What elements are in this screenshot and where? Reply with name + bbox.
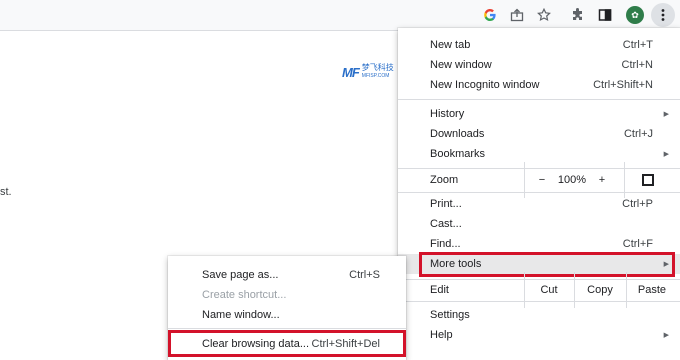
menu-item-settings[interactable]: Settings bbox=[398, 305, 680, 325]
menu-separator bbox=[398, 301, 680, 302]
menu-item-history[interactable]: History ▶ bbox=[398, 104, 680, 124]
menu-item-edit: Edit Cut Copy Paste bbox=[398, 272, 680, 308]
profile-avatar-icon: ✿ bbox=[626, 6, 644, 24]
zoom-in-button[interactable]: + bbox=[594, 170, 610, 190]
menu-item-label: More tools bbox=[430, 258, 482, 270]
menu-item-label: History bbox=[430, 108, 465, 120]
menu-item-label: Save page as... bbox=[202, 269, 279, 281]
copy-button[interactable]: Copy bbox=[575, 280, 625, 300]
chrome-main-menu: New tab Ctrl+T New window Ctrl+N New Inc… bbox=[398, 28, 680, 360]
menu-item-new-incognito[interactable]: New Incognito window Ctrl+Shift+N bbox=[398, 75, 680, 95]
menu-separator bbox=[398, 168, 680, 169]
side-panel-icon[interactable] bbox=[593, 3, 617, 27]
paste-button[interactable]: Paste bbox=[627, 280, 677, 300]
more-tools-submenu: Save page as... Ctrl+S Create shortcut..… bbox=[168, 256, 406, 360]
menu-item-downloads[interactable]: Downloads Ctrl+J bbox=[398, 124, 680, 144]
menu-item-new-window[interactable]: New window Ctrl+N bbox=[398, 55, 680, 75]
menu-item-label: Create shortcut... bbox=[202, 289, 287, 301]
submenu-item-clear-browsing-data[interactable]: Clear browsing data... Ctrl+Shift+Del bbox=[168, 334, 406, 354]
watermark: MF 梦飞科技 MFISP.COM bbox=[342, 64, 394, 80]
menu-item-cast[interactable]: Cast... bbox=[398, 214, 680, 234]
menu-item-shortcut: Ctrl+P bbox=[622, 198, 653, 210]
menu-item-shortcut: Ctrl+S bbox=[349, 269, 380, 281]
menu-item-label: Cast... bbox=[430, 218, 462, 230]
submenu-arrow-icon: ▶ bbox=[663, 261, 669, 268]
watermark-logo: MF bbox=[342, 64, 360, 80]
submenu-item-save-page[interactable]: Save page as... Ctrl+S bbox=[168, 265, 406, 285]
menu-item-shortcut: Ctrl+T bbox=[622, 39, 653, 51]
menu-item-label: Find... bbox=[430, 238, 461, 250]
menu-separator bbox=[398, 99, 680, 100]
zoom-level: 100% bbox=[557, 174, 587, 186]
menu-item-label: Edit bbox=[430, 284, 449, 296]
page-text-fragment: st. bbox=[0, 186, 12, 198]
share-icon[interactable] bbox=[505, 3, 529, 27]
watermark-site: MFISP.COM bbox=[361, 73, 390, 79]
menu-item-print[interactable]: Print... Ctrl+P bbox=[398, 194, 680, 214]
submenu-item-create-shortcut: Create shortcut... bbox=[168, 285, 406, 305]
menu-item-bookmarks[interactable]: Bookmarks ▶ bbox=[398, 144, 680, 164]
menu-item-shortcut: Ctrl+Shift+N bbox=[593, 79, 653, 91]
avatar[interactable]: ✿ bbox=[623, 3, 647, 27]
puzzle-icon[interactable] bbox=[566, 3, 590, 27]
menu-item-label: Settings bbox=[430, 309, 470, 321]
menu-item-label: Help bbox=[430, 329, 453, 341]
browser-toolbar: ✿ bbox=[0, 0, 680, 31]
menu-item-label: New window bbox=[430, 59, 492, 71]
menu-item-shortcut: Ctrl+F bbox=[622, 238, 653, 250]
cut-button[interactable]: Cut bbox=[525, 280, 573, 300]
menu-item-new-tab[interactable]: New tab Ctrl+T bbox=[398, 35, 680, 55]
menu-separator bbox=[398, 192, 680, 193]
menu-item-label: New tab bbox=[430, 39, 471, 51]
submenu-arrow-icon: ▶ bbox=[663, 151, 669, 158]
menu-item-find[interactable]: Find... Ctrl+F bbox=[398, 234, 680, 254]
menu-item-label: Name window... bbox=[202, 309, 280, 321]
menu-item-help[interactable]: Help ▶ bbox=[398, 325, 680, 345]
google-g-icon[interactable] bbox=[478, 3, 502, 27]
zoom-out-button[interactable]: − bbox=[534, 170, 550, 190]
submenu-arrow-icon: ▶ bbox=[663, 111, 669, 118]
kebab-menu-icon[interactable] bbox=[651, 3, 675, 27]
menu-item-zoom: Zoom − 100% + bbox=[398, 162, 680, 198]
menu-item-label: New Incognito window bbox=[430, 79, 540, 91]
menu-item-more-tools[interactable]: More tools ▶ bbox=[398, 254, 680, 274]
fullscreen-icon bbox=[642, 174, 654, 186]
star-icon[interactable] bbox=[532, 3, 556, 27]
watermark-text: 梦飞科技 bbox=[361, 63, 394, 72]
menu-item-shortcut: Ctrl+N bbox=[621, 59, 653, 71]
fullscreen-button[interactable] bbox=[638, 170, 658, 190]
menu-item-label: Downloads bbox=[430, 128, 485, 140]
submenu-item-name-window[interactable]: Name window... bbox=[168, 305, 406, 325]
submenu-arrow-icon: ▶ bbox=[663, 332, 669, 339]
menu-item-label: Zoom bbox=[430, 174, 459, 186]
menu-item-label: Print... bbox=[430, 198, 462, 210]
menu-separator bbox=[168, 328, 406, 329]
menu-item-shortcut: Ctrl+J bbox=[623, 128, 653, 140]
menu-item-shortcut: Ctrl+Shift+Del bbox=[311, 338, 380, 350]
menu-item-label: Bookmarks bbox=[430, 148, 486, 160]
menu-item-label: Clear browsing data... bbox=[202, 338, 309, 350]
